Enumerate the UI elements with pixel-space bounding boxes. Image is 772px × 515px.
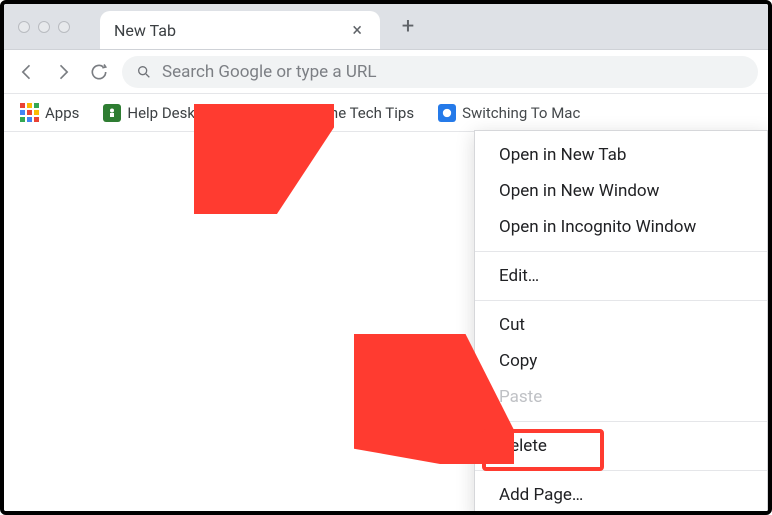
- bookmarks-bar: Apps Help Desk Geek –… OTT Online Tech T…: [4, 94, 768, 132]
- toolbar: Search Google or type a URL: [4, 50, 768, 94]
- favicon-icon: OTT: [280, 104, 298, 122]
- arrow-left-icon: [17, 62, 37, 82]
- arrow-right-icon: [53, 62, 73, 82]
- ctx-open-incognito[interactable]: Open in Incognito Window: [475, 209, 767, 245]
- maximize-window-icon[interactable]: [58, 21, 70, 33]
- context-menu: Open in New Tab Open in New Window Open …: [474, 130, 768, 515]
- close-window-icon[interactable]: [18, 21, 30, 33]
- browser-tab[interactable]: New Tab ×: [100, 11, 380, 49]
- menu-separator: [475, 470, 767, 471]
- close-tab-icon[interactable]: ×: [348, 20, 366, 41]
- ctx-delete[interactable]: Delete: [475, 428, 767, 464]
- favicon-icon: [438, 104, 456, 122]
- ctx-copy[interactable]: Copy: [475, 343, 767, 379]
- bookmark-item[interactable]: OTT Online Tech Tips: [274, 100, 420, 126]
- apps-shortcut[interactable]: Apps: [14, 99, 85, 126]
- menu-separator: [475, 421, 767, 422]
- bookmark-item[interactable]: Switching To Mac: [432, 100, 586, 126]
- new-tab-button[interactable]: +: [390, 9, 426, 45]
- bookmark-label: Online Tech Tips: [304, 104, 414, 122]
- ctx-open-new-window[interactable]: Open in New Window: [475, 173, 767, 209]
- menu-separator: [475, 251, 767, 252]
- ctx-paste: Paste: [475, 379, 767, 415]
- forward-button[interactable]: [50, 59, 76, 85]
- bookmark-label: Help Desk Geek –…: [127, 104, 256, 122]
- menu-separator: [475, 300, 767, 301]
- minimize-window-icon[interactable]: [38, 21, 50, 33]
- window-controls: [18, 21, 70, 33]
- address-bar[interactable]: Search Google or type a URL: [122, 56, 758, 88]
- apps-label: Apps: [45, 104, 79, 122]
- bookmark-label: Switching To Mac: [462, 104, 580, 122]
- ctx-add-page[interactable]: Add Page…: [475, 477, 767, 513]
- ctx-cut[interactable]: Cut: [475, 307, 767, 343]
- apps-icon: [20, 103, 39, 122]
- tab-title: New Tab: [114, 21, 348, 40]
- ctx-open-new-tab[interactable]: Open in New Tab: [475, 137, 767, 173]
- reload-icon: [89, 62, 109, 82]
- address-bar-placeholder: Search Google or type a URL: [162, 62, 377, 82]
- ctx-edit[interactable]: Edit…: [475, 258, 767, 294]
- back-button[interactable]: [14, 59, 40, 85]
- search-icon: [136, 64, 152, 80]
- favicon-icon: [103, 104, 121, 122]
- bookmark-item[interactable]: Help Desk Geek –…: [97, 100, 262, 126]
- titlebar: New Tab × +: [4, 4, 768, 50]
- reload-button[interactable]: [86, 59, 112, 85]
